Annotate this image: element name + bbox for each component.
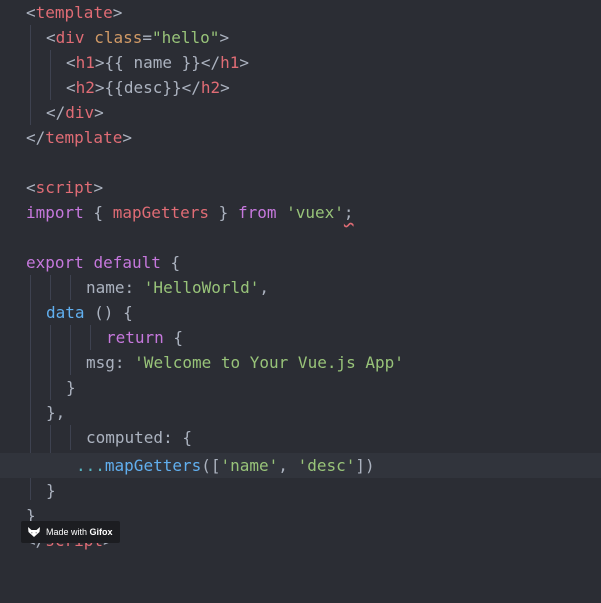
tag-open-bracket: </ [26, 128, 46, 147]
code-line[interactable]: data () { [0, 300, 601, 325]
punctuation: { [83, 203, 113, 222]
tag-name: h1 [220, 53, 240, 72]
attribute-value: "hello" [152, 28, 220, 47]
attribute-name: class [94, 28, 143, 47]
tag-name: div [55, 28, 85, 47]
punctuation: { [182, 428, 192, 447]
string-literal: 'desc' [297, 456, 356, 475]
tag-name: div [65, 103, 95, 122]
tag-open-bracket: < [26, 178, 36, 197]
template-expression: {{desc}} [104, 78, 182, 97]
tag-name: template [35, 3, 113, 22]
code-line[interactable]: export default { [0, 250, 601, 275]
punctuation: : [124, 278, 144, 297]
code-line[interactable]: <h1>{{ name }}</h1> [0, 50, 601, 75]
code-line[interactable]: import { mapGetters } from 'vuex'; [0, 200, 601, 225]
badge-label: Made with Gifox [46, 527, 113, 537]
code-line[interactable]: <div class="hello"> [0, 25, 601, 50]
property-name: computed [86, 428, 164, 447]
spread-operator: ... [76, 456, 105, 475]
tag-open-bracket: </ [46, 103, 66, 122]
code-line[interactable]: computed: { [0, 425, 601, 450]
punctuation: } [66, 378, 76, 397]
tag-name: h2 [75, 78, 95, 97]
code-line[interactable]: <template> [0, 0, 601, 25]
tag-close-bracket: > [112, 3, 123, 22]
tag-close-bracket: > [122, 128, 132, 147]
string-literal: 'name' [220, 456, 279, 475]
tag-open-bracket: < [26, 3, 36, 22]
property-name: msg [86, 353, 115, 372]
punctuation: ([ [201, 456, 221, 475]
tag-name: h1 [75, 53, 95, 72]
keyword: return [106, 328, 164, 347]
tag-open-bracket: < [46, 28, 56, 47]
tag-close-bracket: > [94, 53, 105, 72]
tag-close-bracket: > [219, 28, 230, 47]
punctuation: }, [46, 403, 66, 422]
tag-close-bracket: > [94, 78, 105, 97]
punctuation: : [114, 353, 135, 372]
template-expression: {{ name }} [104, 53, 201, 72]
method-name: data [46, 303, 85, 322]
code-line[interactable]: </template> [0, 125, 601, 150]
code-editor[interactable]: <template> <div class="hello"> <h1>{{ na… [0, 0, 601, 563]
tag-open-bracket: </ [181, 78, 201, 97]
property-name: name [86, 278, 125, 297]
punctuation: } [209, 203, 238, 222]
code-line[interactable]: <h2>{{desc}}</h2> [0, 75, 601, 100]
code-line-empty[interactable] [0, 225, 601, 250]
punctuation: { [163, 328, 184, 347]
tag-open-bracket: < [66, 78, 76, 97]
identifier: mapGetters [112, 203, 210, 222]
tag-close-bracket: > [220, 78, 230, 97]
keyword: default [93, 253, 161, 272]
string-literal: 'vuex' [286, 203, 344, 222]
tag-name: h2 [200, 78, 221, 97]
tag-close-bracket: > [93, 178, 104, 197]
keyword: from [237, 203, 277, 222]
keyword: import [26, 203, 84, 222]
code-line[interactable]: } [0, 375, 601, 400]
tag-open-bracket: </ [200, 53, 221, 72]
code-line[interactable]: return { [0, 325, 601, 350]
tag-close-bracket: > [94, 103, 104, 122]
keyword: export [26, 253, 84, 272]
equals-sign: = [142, 28, 152, 47]
code-line-empty[interactable] [0, 150, 601, 175]
function-call: mapGetters [104, 456, 202, 475]
code-line[interactable]: } [0, 478, 601, 503]
punctuation: } [46, 481, 56, 500]
code-line[interactable]: name: 'HelloWorld', [0, 275, 601, 300]
punctuation: ]) [355, 456, 375, 475]
made-with-gifox-badge: Made with Gifox [21, 521, 120, 543]
tag-name: template [45, 128, 123, 147]
tag-open-bracket: < [66, 53, 76, 72]
tag-close-bracket: > [239, 53, 250, 72]
punctuation: , [278, 456, 298, 475]
code-line[interactable]: <script> [0, 175, 601, 200]
string-literal: 'Welcome to Your Vue.js App' [134, 353, 404, 372]
string-literal: 'HelloWorld' [143, 278, 260, 297]
punctuation: () { [84, 303, 133, 322]
code-line[interactable]: }, [0, 400, 601, 425]
code-line[interactable]: </div> [0, 100, 601, 125]
punctuation: : [163, 428, 183, 447]
code-line[interactable]: msg: 'Welcome to Your Vue.js App' [0, 350, 601, 375]
fox-icon [27, 526, 41, 538]
punctuation: { [160, 253, 181, 272]
code-line-active[interactable]: ...mapGetters(['name', 'desc']) [0, 453, 601, 478]
tag-name: script [35, 178, 94, 197]
punctuation: , [259, 278, 270, 297]
lint-error-semicolon: ; [343, 203, 354, 222]
